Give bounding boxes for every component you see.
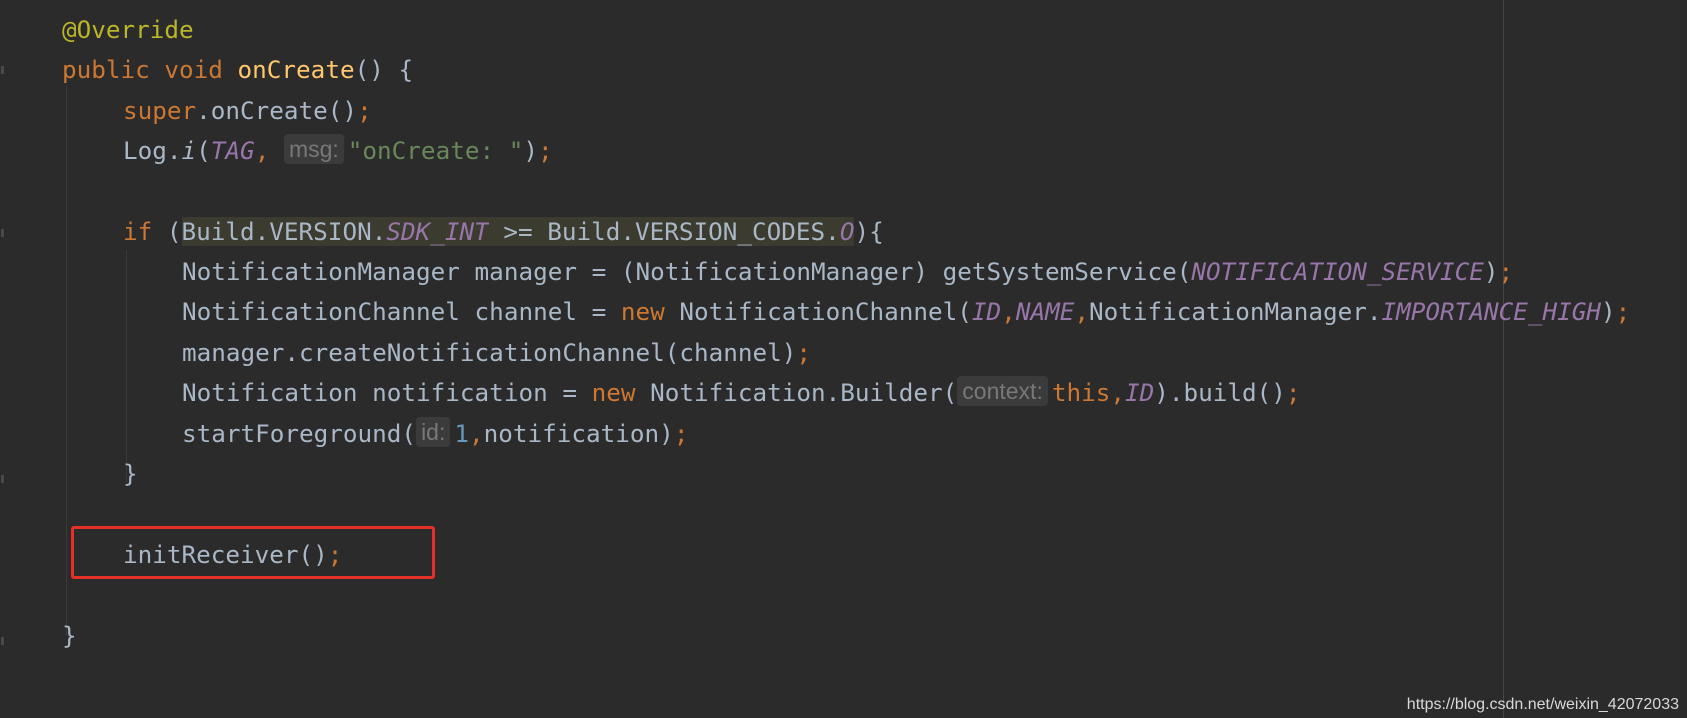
code-line[interactable]: NotificationManager manager = (Notificat… <box>182 254 1513 290</box>
code-token: ; <box>1285 378 1301 407</box>
code-line[interactable]: @Override <box>62 12 194 48</box>
code-token: 1 <box>454 419 469 448</box>
code-line[interactable]: Log.i(TAG, msg: "onCreate: "); <box>123 133 553 169</box>
code-token: NAME <box>1015 297 1075 326</box>
indent-guide <box>66 86 67 636</box>
fold-marker[interactable] <box>1 637 4 645</box>
code-token: ; <box>796 338 812 367</box>
code-token: , <box>469 419 484 448</box>
code-token: public void <box>62 55 238 84</box>
code-token: IMPORTANCE_HIGH <box>1381 297 1601 326</box>
code-editor[interactable]: @Override public void onCreate() { super.o… <box>0 0 1687 718</box>
code-line[interactable]: } <box>62 618 77 654</box>
code-token: .onCreate() <box>196 96 358 125</box>
fold-marker[interactable] <box>1 229 4 237</box>
indent-guide <box>126 250 127 482</box>
code-token: manager.createNotificationChannel(channe… <box>182 338 797 367</box>
watermark: https://blog.csdn.net/weixin_42072033 <box>1406 696 1679 713</box>
code-token: () { <box>354 55 414 84</box>
code-token: O <box>839 217 855 246</box>
code-token: , <box>1074 297 1089 326</box>
code-token: , <box>1001 297 1016 326</box>
code-token: new <box>620 297 680 326</box>
code-line[interactable]: startForeground(id: 1,notification); <box>182 416 688 452</box>
code-token: new <box>591 378 651 407</box>
code-token: startForeground( <box>182 419 417 448</box>
parameter-hint: id: <box>416 417 451 447</box>
code-token: Notification.Builder( <box>650 378 958 407</box>
code-token: if <box>123 217 167 246</box>
code-token: "onCreate: " <box>347 136 524 165</box>
code-token: ) <box>523 136 538 165</box>
code-line[interactable]: super.onCreate(); <box>123 93 372 129</box>
code-token: ; <box>673 419 689 448</box>
code-token: this <box>1051 378 1111 407</box>
code-token: Notification notification = <box>182 378 592 407</box>
fold-marker[interactable] <box>1 66 4 74</box>
code-line[interactable]: Notification notification = new Notifica… <box>182 375 1301 411</box>
code-token: Build.VERSION. <box>181 217 387 246</box>
code-token: Log. <box>123 136 182 165</box>
fold-marker[interactable] <box>1 475 4 483</box>
code-token: ) <box>1600 297 1616 326</box>
highlight-annotation-box <box>71 526 435 579</box>
code-token: ( <box>196 136 211 165</box>
code-token: NotificationManager. <box>1088 297 1382 326</box>
code-token: } <box>62 621 77 650</box>
code-token: ) <box>1483 257 1499 286</box>
code-token: ; <box>537 136 553 165</box>
code-token: i <box>181 136 197 165</box>
code-token: ; <box>1615 297 1631 326</box>
code-line[interactable]: public void onCreate() { <box>62 52 413 88</box>
code-token: SDK_INT <box>386 217 489 246</box>
code-token: ).build() <box>1154 378 1286 407</box>
code-token: ; <box>1498 257 1514 286</box>
parameter-hint: context: <box>957 376 1048 406</box>
code-token: ( <box>166 217 182 246</box>
code-token: ID <box>971 297 1002 326</box>
code-token: } <box>123 459 138 488</box>
code-line[interactable]: NotificationChannel channel = new Notifi… <box>182 294 1630 330</box>
code-token: , <box>1110 378 1125 407</box>
code-token: NotificationManager manager = (Notificat… <box>182 257 1192 286</box>
code-line[interactable]: } <box>123 456 138 492</box>
code-token: NOTIFICATION_SERVICE <box>1191 257 1484 286</box>
right-margin-guide <box>1503 0 1504 718</box>
code-line[interactable]: manager.createNotificationChannel(channe… <box>182 335 811 371</box>
code-token: ){ <box>854 217 884 246</box>
code-token: @Override <box>62 15 194 44</box>
code-token: ; <box>357 96 372 125</box>
parameter-hint: msg: <box>283 134 344 164</box>
code-token: TAG <box>210 136 255 165</box>
code-token: onCreate <box>237 55 355 84</box>
code-token: NotificationChannel( <box>679 297 972 326</box>
code-token: NotificationChannel channel = <box>182 297 621 326</box>
code-token: notification) <box>483 419 674 448</box>
code-token: , <box>254 136 284 165</box>
code-token: super <box>123 96 197 125</box>
code-line[interactable]: if (Build.VERSION.SDK_INT >= Build.VERSI… <box>123 214 884 250</box>
code-token: >= Build.VERSION_CODES. <box>488 217 840 246</box>
code-token: ID <box>1125 378 1155 407</box>
